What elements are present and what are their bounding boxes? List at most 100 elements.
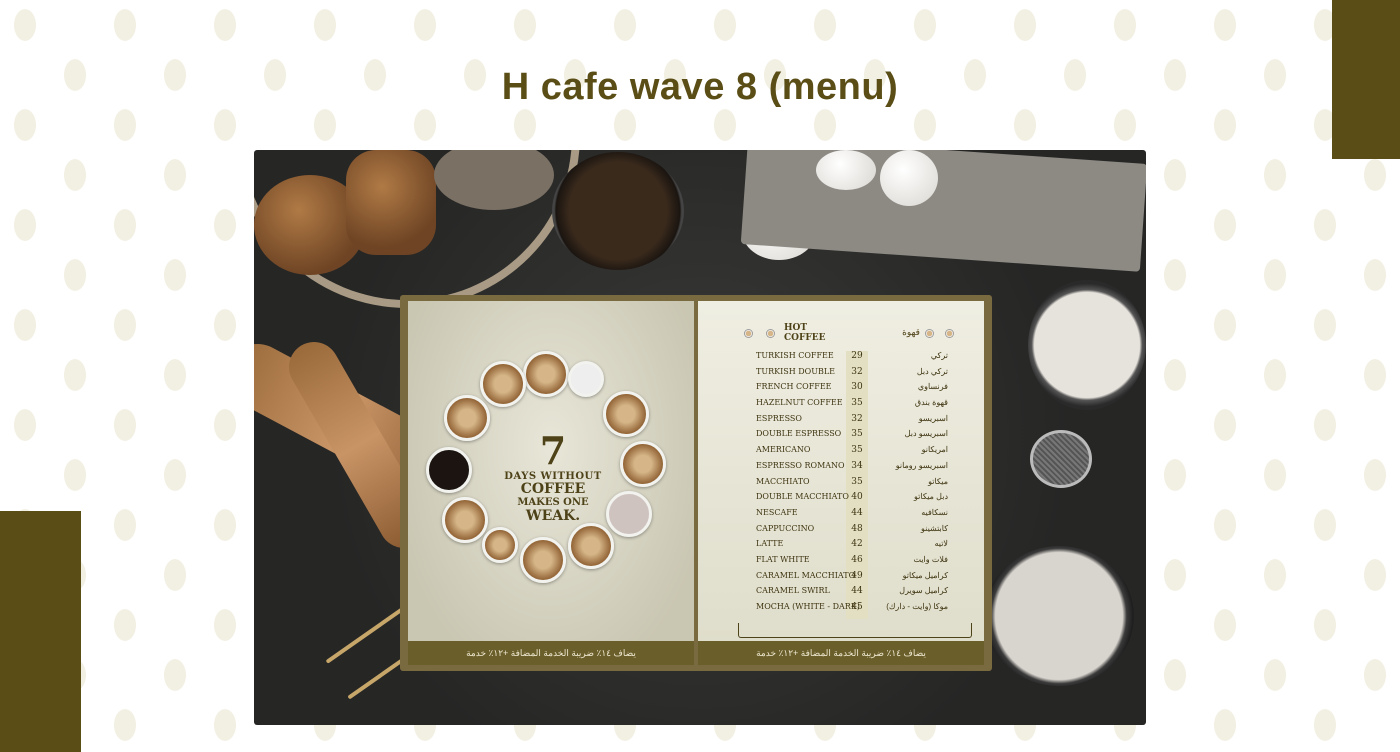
- menu-item-row: CAPPUCCINO 48 كابتشينو: [698, 524, 984, 540]
- item-price: 35: [851, 429, 863, 440]
- coffee-cup-icon: [744, 329, 753, 338]
- item-price: 35: [851, 445, 863, 456]
- item-name-ar: كراميل ميكاتو: [902, 570, 948, 580]
- item-price: 32: [851, 413, 863, 424]
- coffee-quote: 7 DAYS WITHOUT COFFEE MAKES ONE WEAK.: [488, 428, 618, 525]
- item-name-ar: كراميل سويرل: [899, 586, 948, 596]
- item-name-en: FRENCH COFFEE: [756, 382, 832, 392]
- menu-item-row: HAZELNUT COFFEE 35 قهوة بندق: [698, 398, 984, 414]
- item-name-en: CAPPUCCINO: [756, 523, 815, 533]
- item-name-en: MOCHA (WHITE - DARK): [756, 602, 860, 611]
- item-name-ar: اسبريسو: [918, 413, 948, 423]
- coffee-cup-icon: [568, 523, 614, 569]
- item-name-ar: موكا (وايت - دارك): [886, 602, 948, 611]
- egg-in-carton-2: [880, 150, 938, 206]
- menu-item-row: MACCHIATO 35 ميكاتو: [698, 477, 984, 493]
- menu-item-row: TURKISH DOUBLE 32 تركي دبل: [698, 367, 984, 383]
- coffee-cup-icon: [442, 497, 488, 543]
- item-price: 42: [851, 539, 863, 550]
- bottom-bracket: [738, 623, 972, 638]
- heading-en: HOT COFFEE: [784, 323, 826, 343]
- item-name-en: DOUBLE MACCHIATO: [756, 492, 849, 502]
- item-price: 45: [851, 602, 863, 612]
- item-name-en: NESCAFE: [756, 507, 798, 517]
- quote-line-2: COFFEE: [520, 481, 586, 497]
- menu-book: 7 DAYS WITHOUT COFFEE MAKES ONE WEAK. يض…: [400, 295, 992, 671]
- quote-number: 7: [539, 428, 567, 473]
- bread-loaf: [346, 150, 436, 255]
- item-price: 29: [851, 351, 863, 361]
- item-name-en: HAZELNUT COFFEE: [756, 398, 843, 408]
- coffee-cup-icon: [620, 441, 666, 487]
- heading-en-coffee: COFFEE: [784, 333, 826, 343]
- item-name-ar: دبل ميكاتو: [914, 492, 948, 502]
- item-name-en: AMERICANO: [756, 445, 811, 455]
- milk-bowl: [984, 546, 1134, 686]
- item-price: 48: [851, 523, 863, 534]
- item-price: 35: [851, 398, 863, 409]
- menu-right-page: HOT COFFEE قهوة TURKISH COFFEE 29 تركي TURK…: [698, 301, 984, 665]
- heading-ar: قهوة: [902, 327, 920, 337]
- page-title: H cafe wave 8 (menu): [501, 66, 899, 108]
- item-name-en: TURKISH DOUBLE: [756, 366, 835, 376]
- coffee-cup-icon: [568, 361, 604, 397]
- tea-strainer: [1030, 430, 1092, 488]
- coffee-cup-icon: [523, 351, 569, 397]
- coffee-cup-icon: [520, 537, 566, 583]
- item-name-en: ESPRESSO ROMANO: [756, 460, 845, 470]
- menu-item-row: AMERICANO 35 امريكانو: [698, 445, 984, 461]
- item-name-ar: اسبريسو دبل: [904, 429, 948, 439]
- coffee-cup-icon: [945, 329, 954, 338]
- item-name-en: FLAT WHITE: [756, 554, 810, 564]
- item-name-en: TURKISH COFFEE: [756, 351, 834, 360]
- item-price: 30: [851, 382, 863, 393]
- item-name-ar: قهوة بندق: [914, 398, 948, 408]
- menu-items: TURKISH COFFEE 29 تركي TURKISH DOUBLE 32 تركي…: [698, 351, 984, 618]
- menu-photo: 7 DAYS WITHOUT COFFEE MAKES ONE WEAK. يض…: [254, 150, 1146, 725]
- menu-item-row: FRENCH COFFEE 30 فرنساوي: [698, 382, 984, 398]
- left-page-footer: يضاف ١٤٪ ضريبة الخدمة المضافة +١٢٪ خدمة: [408, 641, 694, 665]
- coffee-cup-icon: [925, 329, 934, 338]
- item-name-ar: فلات وايت: [913, 554, 948, 564]
- item-name-en: MACCHIATO: [756, 476, 810, 486]
- menu-left-page: 7 DAYS WITHOUT COFFEE MAKES ONE WEAK. يض…: [408, 301, 694, 665]
- item-price: 32: [851, 366, 863, 377]
- menu-item-row: CARAMEL SWIRL 44 كراميل سويرل: [698, 586, 984, 602]
- menu-item-row: MOCHA (WHITE - DARK) 45 موكا (وايت - دارك): [698, 602, 984, 618]
- menu-item-row: NESCAFE 44 نسكافيه: [698, 508, 984, 524]
- coffee-glass: [552, 152, 684, 270]
- heading-en-hot: HOT: [784, 323, 808, 333]
- item-name-ar: ميكاتو: [928, 476, 948, 486]
- item-name-ar: تركي: [930, 351, 948, 360]
- menu-item-row: DOUBLE ESPRESSO 35 اسبريسو دبل: [698, 429, 984, 445]
- item-price: 34: [851, 460, 863, 471]
- coffee-cup-icon: [480, 361, 526, 407]
- quote-line-4: WEAK.: [525, 508, 581, 524]
- right-page-footer: يضاف ١٤٪ ضريبة الخدمة المضافة +١٢٪ خدمة: [698, 641, 984, 665]
- item-name-en: ESPRESSO: [756, 413, 802, 423]
- coffee-cup-icon: [426, 447, 472, 493]
- item-price: 46: [851, 554, 863, 565]
- item-price: 44: [851, 507, 863, 518]
- item-name-en: DOUBLE ESPRESSO: [756, 429, 842, 439]
- item-name-ar: فرنساوي: [917, 382, 948, 392]
- item-name-ar: كابتشينو: [921, 523, 948, 533]
- egg-in-carton: [816, 150, 876, 190]
- menu-item-row: TURKISH COFFEE 29 تركي: [698, 351, 984, 367]
- item-name-ar: نسكافيه: [921, 507, 948, 517]
- menu-item-row: CARAMEL MACCHIATO 49 كراميل ميكاتو: [698, 571, 984, 587]
- menu-item-row: DOUBLE MACCHIATO 40 دبل ميكاتو: [698, 492, 984, 508]
- item-name-ar: اسبريسو رومانو: [895, 460, 948, 470]
- menu-item-row: LATTE 42 لاتيه: [698, 539, 984, 555]
- coffee-cup-icon: [482, 527, 518, 563]
- coffee-cup-icon: [444, 395, 490, 441]
- menu-item-row: ESPRESSO 32 اسبريسو: [698, 414, 984, 430]
- menu-item-row: ESPRESSO ROMANO 34 اسبريسو رومانو: [698, 461, 984, 477]
- quote-line-3: MAKES ONE: [517, 497, 589, 508]
- item-name-ar: امريكانو: [921, 445, 948, 455]
- accent-block-bottom-left: [0, 511, 81, 752]
- menu-item-row: FLAT WHITE 46 فلات وايت: [698, 555, 984, 571]
- coffee-cup-icon: [766, 329, 775, 338]
- item-price: 40: [851, 492, 863, 503]
- item-price: 35: [851, 476, 863, 487]
